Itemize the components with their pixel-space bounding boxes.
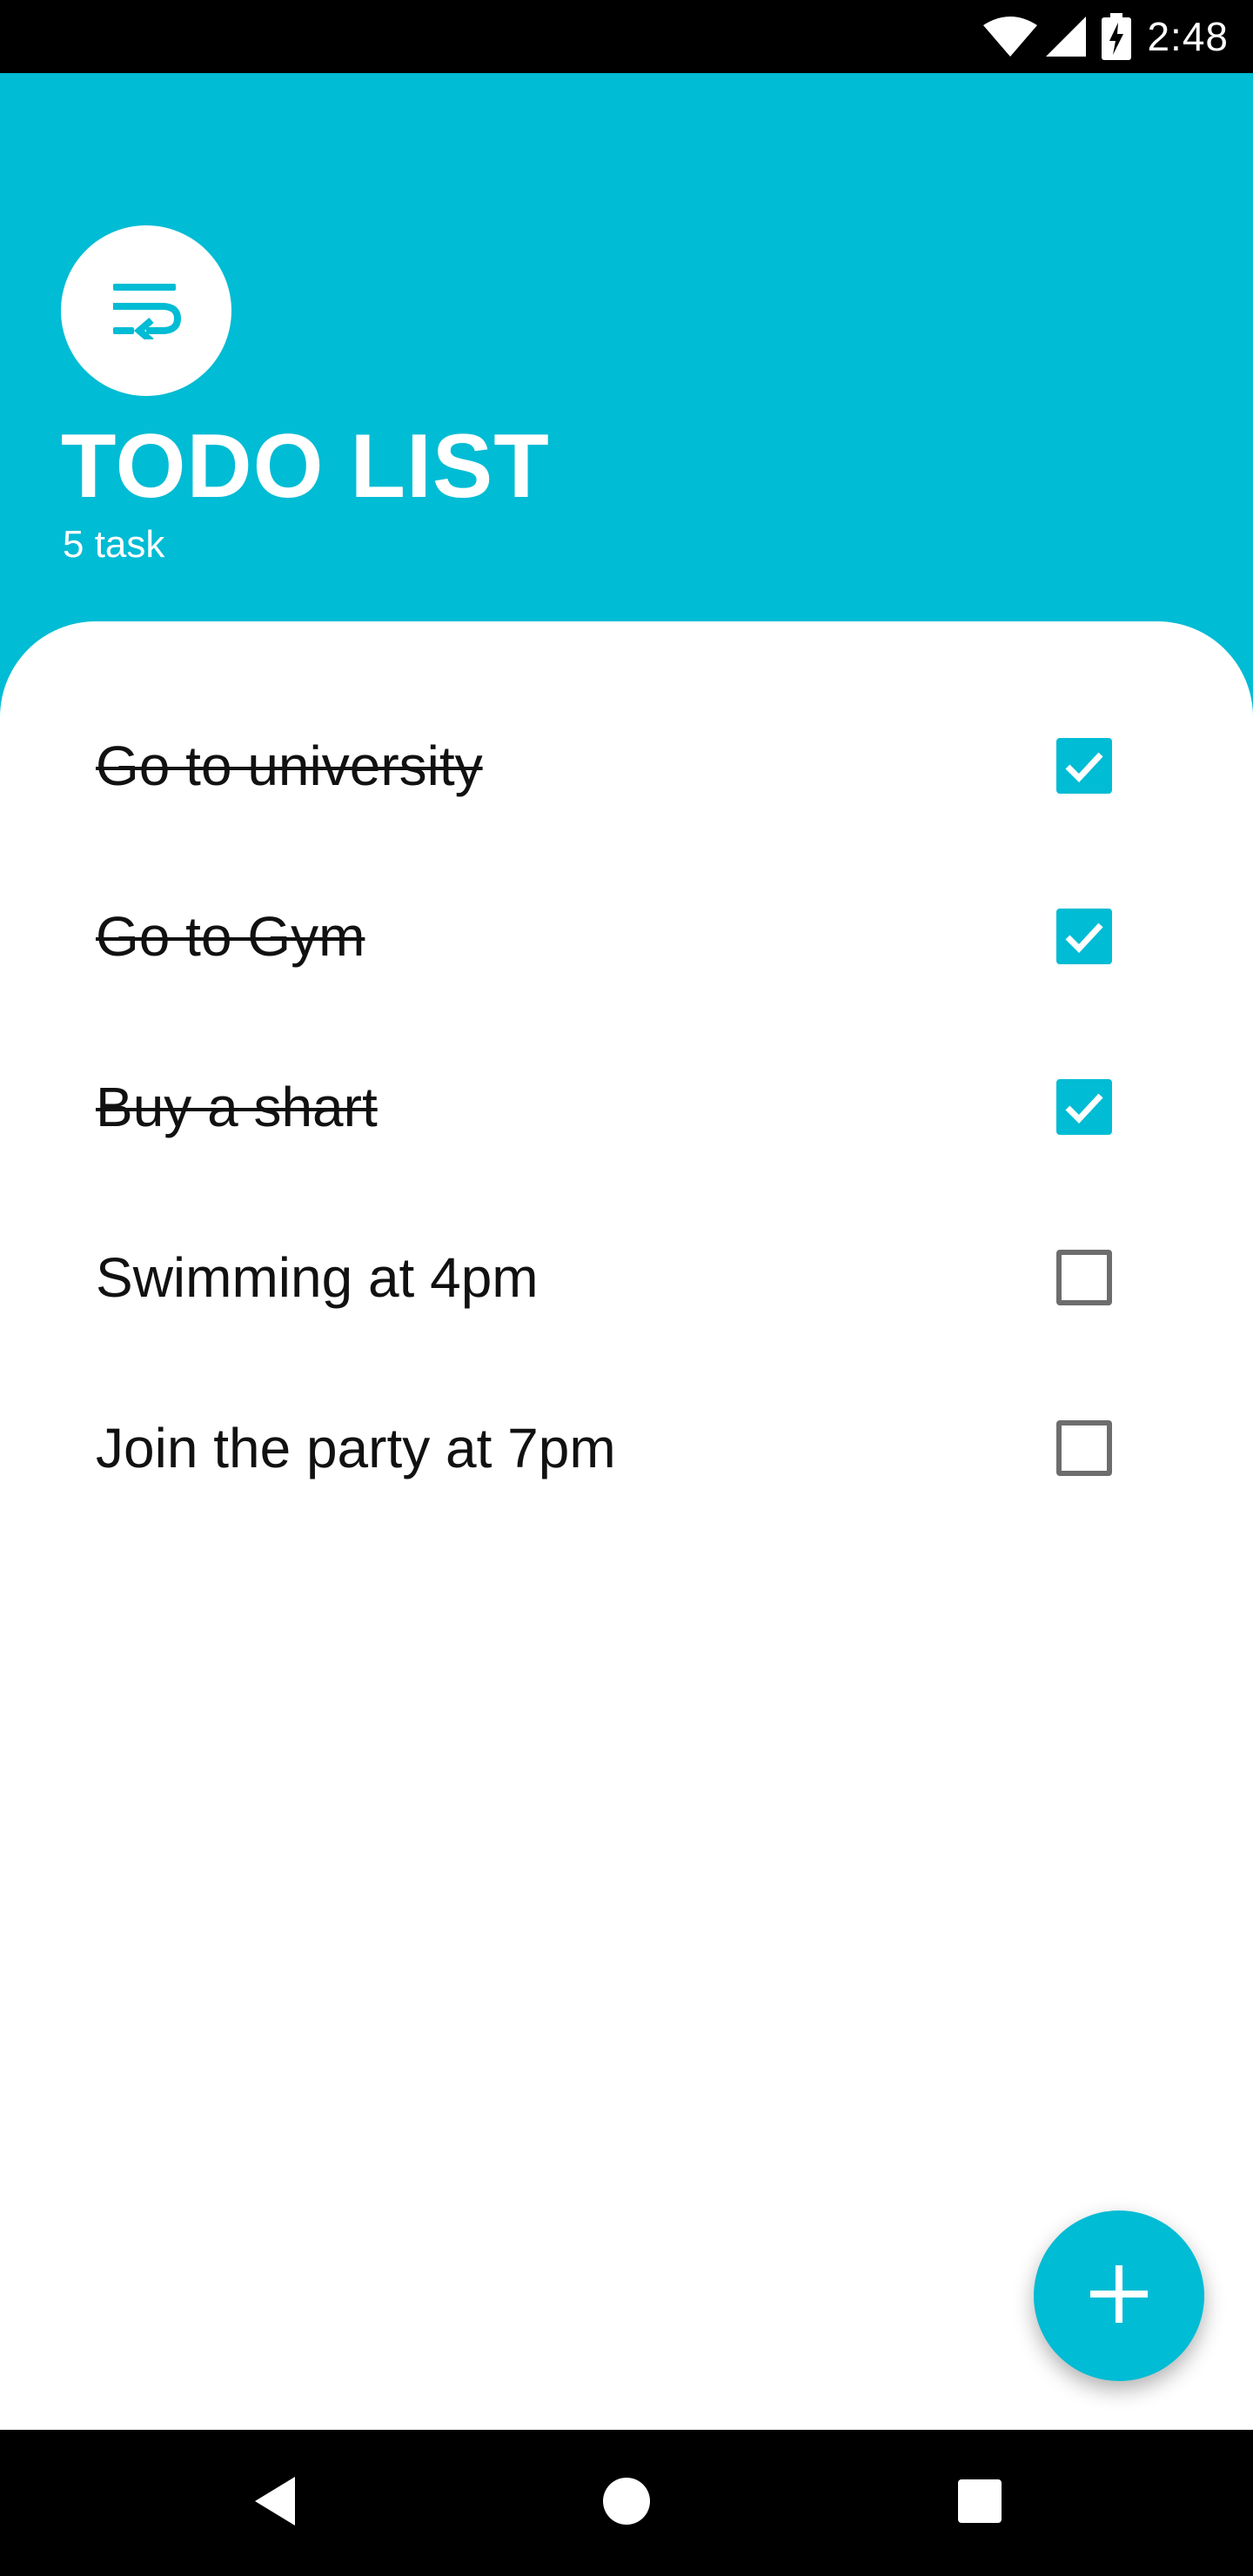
task-label: Swimming at 4pm: [96, 1246, 539, 1309]
checkmark-icon: [1065, 922, 1103, 954]
recents-button[interactable]: [928, 2430, 1032, 2576]
task-item[interactable]: Swimming at 4pm: [0, 1192, 1253, 1363]
task-item[interactable]: Go to university: [0, 681, 1253, 851]
home-icon: [601, 2476, 652, 2531]
plus-icon: [1089, 2264, 1149, 2329]
back-button[interactable]: [223, 2430, 327, 2576]
task-item[interactable]: Buy a shart: [0, 1022, 1253, 1192]
task-checkbox[interactable]: [1056, 738, 1112, 794]
task-label: Go to Gym: [96, 905, 365, 968]
task-checkbox[interactable]: [1056, 1250, 1112, 1305]
task-label: Join the party at 7pm: [96, 1417, 616, 1479]
back-icon: [251, 2475, 298, 2532]
task-label: Go to university: [96, 735, 483, 797]
status-time: 2:48: [1147, 14, 1229, 59]
recents-icon: [956, 2478, 1003, 2529]
task-checkbox[interactable]: [1056, 909, 1112, 964]
wrap-text-icon: [110, 278, 183, 344]
header: TODO LIST 5 task: [0, 73, 1253, 623]
task-checkbox[interactable]: [1056, 1079, 1112, 1135]
battery-charging-icon: [1102, 13, 1132, 60]
task-item[interactable]: Go to Gym: [0, 851, 1253, 1022]
status-icons: 2:48: [982, 0, 1229, 73]
app-screen: 2:48 TODO LIST 5 task Go to university G…: [0, 0, 1253, 2576]
cell-signal-icon: [1044, 15, 1088, 58]
checkmark-icon: [1065, 752, 1103, 783]
checkmark-icon: [1065, 1093, 1103, 1124]
task-checkbox[interactable]: [1056, 1420, 1112, 1476]
task-item[interactable]: Join the party at 7pm: [0, 1363, 1253, 1533]
page-title: TODO LIST: [61, 416, 550, 517]
header-icon-badge: [61, 225, 231, 396]
add-task-button[interactable]: [1034, 2210, 1204, 2381]
status-bar: 2:48: [0, 0, 1253, 73]
home-button[interactable]: [574, 2430, 679, 2576]
task-list: Go to university Go to Gym Buy a shart S…: [0, 681, 1253, 1533]
navigation-bar: [0, 2430, 1253, 2576]
task-label: Buy a shart: [96, 1076, 378, 1138]
task-card: Go to university Go to Gym Buy a shart S…: [0, 621, 1253, 2432]
wifi-icon: [982, 15, 1039, 58]
task-count: 5 task: [63, 523, 165, 566]
